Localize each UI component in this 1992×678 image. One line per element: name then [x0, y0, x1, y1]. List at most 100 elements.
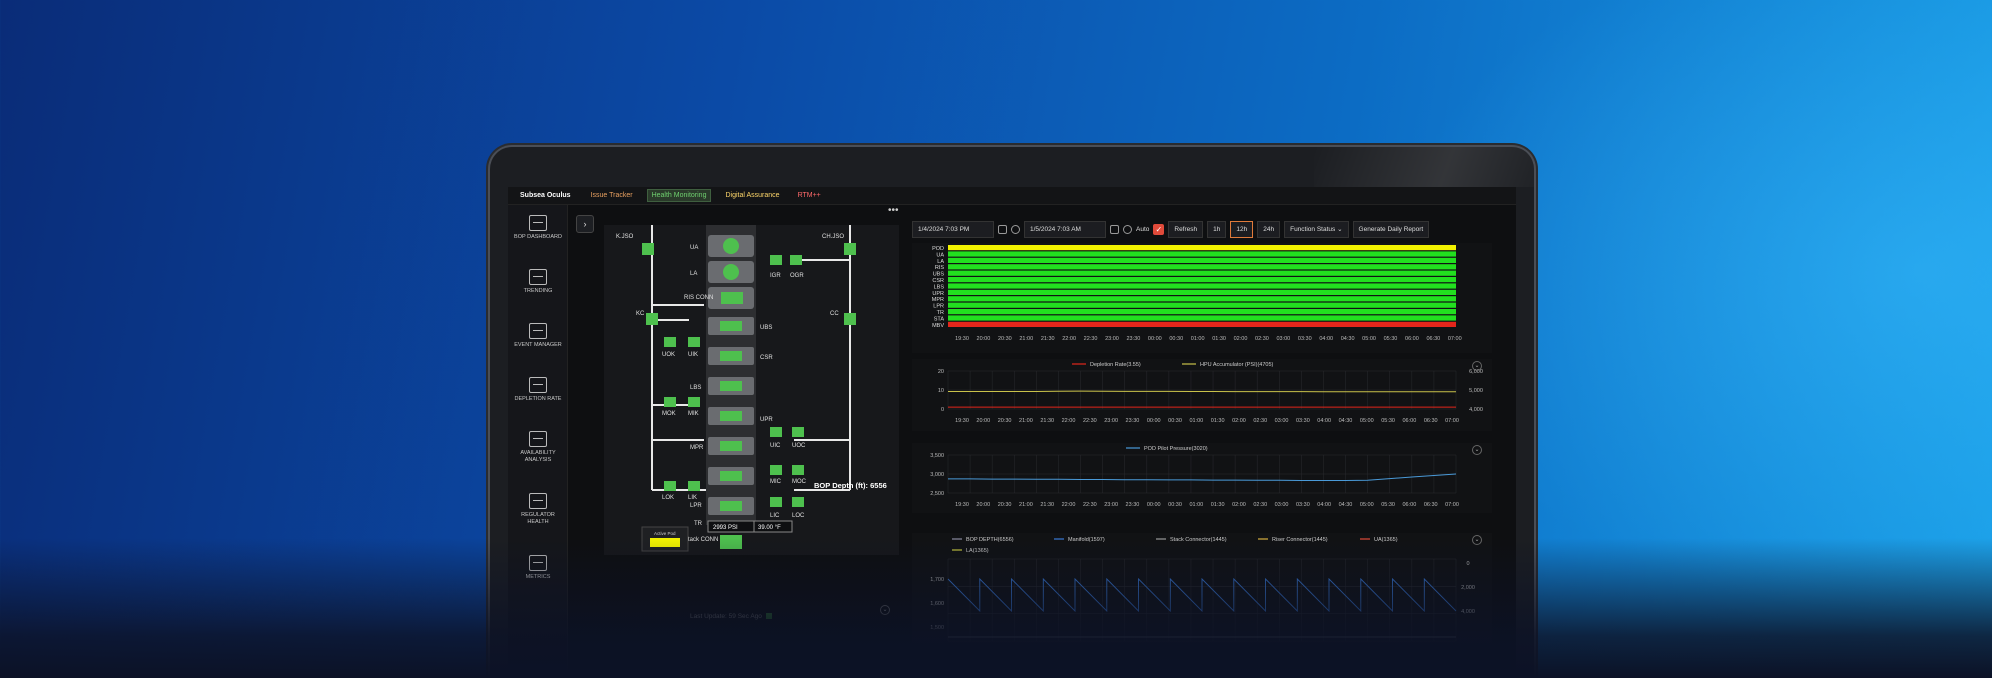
x-tick-label: 00:30 [1168, 502, 1182, 508]
more-options-icon[interactable]: ••• [888, 205, 899, 216]
auto-checkbox[interactable]: ✓ [1153, 223, 1165, 235]
x-tick-label: 21:00 [1019, 336, 1033, 342]
label-lpr: LPR [690, 503, 702, 509]
legend-item: BOP DEPTH(6556) [966, 537, 1014, 543]
sidebar-item-regulator-health[interactable]: REGULATOR HEALTH [508, 493, 568, 526]
bop-stack-svg: K.JSO CH.JSO UA LA RIS CONN IGR OGR KC C… [616, 225, 856, 552]
legend-item: Riser Connector(1445) [1272, 537, 1328, 543]
tab-digital-assurance[interactable]: Digital Assurance [721, 190, 783, 201]
x-tick-label: 21:30 [1040, 418, 1054, 424]
x-tick-label: 23:30 [1126, 418, 1140, 424]
tab-issue-tracker[interactable]: Issue Tracker [587, 190, 637, 201]
sidebar-item-metrics[interactable]: METRICS [508, 555, 568, 581]
y-tick-label: 2,000 [1461, 585, 1475, 591]
x-tick-label: 23:00 [1104, 418, 1118, 424]
end-date-field[interactable]: 1/5/2024 7:03 AM [1024, 220, 1106, 238]
sidebar-item-event-manager[interactable]: EVENT MANAGER [508, 323, 568, 349]
y-tick-label: 20 [938, 369, 944, 375]
tab-health-monitoring[interactable]: Health Monitoring [646, 189, 712, 202]
generate-report-button[interactable]: Generate Daily Report [1352, 220, 1430, 238]
last-update-text: Last Update: 59 Sec Ago [690, 613, 762, 620]
pod-pilot-pressure-chart: POD Pilot Pressure(3020) 2,500 3,000 3,500 1… [912, 443, 1492, 513]
clock-icon[interactable] [1011, 224, 1020, 234]
sidebar-item-label: EVENT MANAGER [514, 342, 562, 348]
depletion-hpu-svg: Depletion Rate(3.55) HPU Accumulator (PSI… [938, 362, 1483, 424]
y-tick-label: 1,700 [930, 577, 944, 583]
start-date-field[interactable]: 1/4/2024 7:03 PM [912, 220, 994, 238]
range-1h-button[interactable]: 1h [1207, 220, 1227, 238]
sidebar-item-label: BOP DASHBOARD [514, 234, 562, 240]
x-tick-label: 02:00 [1232, 502, 1246, 508]
x-tick-label: 04:30 [1341, 336, 1355, 342]
chevron-down-icon[interactable]: ⌄ [1472, 445, 1482, 455]
row-label: CSR [932, 278, 944, 284]
label-ua: UA [690, 245, 698, 251]
app-title: Subsea Oculus [520, 192, 571, 199]
label-ris-conn: RIS CONN [684, 295, 713, 301]
x-tick-label: 20:00 [977, 336, 991, 342]
x-tick-label: 05:00 [1362, 336, 1376, 342]
status-row-mbv [948, 321, 1456, 327]
x-tick-label: 22:30 [1083, 502, 1097, 508]
row-label: RIS [935, 265, 945, 271]
x-tick-label: 05:00 [1360, 418, 1374, 424]
x-tick-label: 07:00 [1448, 336, 1462, 342]
x-tick-label: 19:30 [955, 502, 969, 508]
trending-icon [529, 269, 547, 285]
x-tick-label: 00:00 [1148, 336, 1162, 342]
chevron-down-icon[interactable]: ⌄ [1472, 535, 1482, 545]
clock-icon[interactable] [1123, 224, 1132, 234]
chevron-down-icon[interactable]: ⌄ [880, 605, 890, 615]
function-status-select[interactable]: Function Status ⌄ [1284, 220, 1349, 238]
refresh-button[interactable]: Refresh [1168, 220, 1204, 238]
label-csr: CSR [760, 355, 773, 361]
label-mic: MIC [770, 479, 782, 485]
availability-analysis-icon [529, 431, 547, 447]
sidebar-item-depletion-rate[interactable]: DEPLETION RATE [508, 377, 568, 403]
sidebar-expand-button[interactable]: › [576, 215, 594, 233]
status-row-lpr [948, 302, 1456, 308]
legend-depletion: Depletion Rate(3.55) [1090, 362, 1141, 368]
status-row-lbs [948, 283, 1456, 289]
x-tick-label: 05:30 [1384, 336, 1398, 342]
chevron-down-icon[interactable]: ⌄ [1472, 361, 1482, 371]
sidebar-item-label: TRENDING [523, 288, 553, 294]
status-row-ubs [948, 270, 1456, 276]
tab-rtm[interactable]: RTM++ [794, 190, 825, 201]
sidebar-item-availability-analysis[interactable]: AVAILABILITY ANALYSIS [508, 431, 568, 464]
status-row-sta [948, 315, 1456, 321]
function-status-svg: PODUALARISUBSCSRLBSUPRMPRLPRTRSTAMBV 19:3… [932, 245, 1462, 342]
x-tick-label: 03:00 [1275, 502, 1289, 508]
row-label: UBS [933, 272, 945, 278]
legend-item: UA(1365) [1374, 537, 1398, 543]
x-tick-label: 05:30 [1381, 418, 1395, 424]
x-tick-label: 23:30 [1127, 336, 1141, 342]
y-tick-label: 3,500 [930, 453, 944, 459]
function-status-value: Function Status [1290, 225, 1336, 233]
legend-item: Stack Connector(1445) [1170, 537, 1227, 543]
row-label: LA [937, 259, 944, 265]
x-tick-label: 02:00 [1234, 336, 1248, 342]
calendar-icon[interactable] [998, 224, 1007, 234]
x-tick-label: 02:30 [1253, 418, 1267, 424]
label-ubs: UBS [760, 325, 772, 331]
label-kc: KC [636, 311, 645, 317]
label-uik: UIK [688, 352, 698, 358]
sidebar-item-trending[interactable]: TRENDING [508, 269, 568, 295]
x-tick-label: 01:30 [1211, 418, 1225, 424]
label-cc: CC [830, 311, 839, 317]
range-24h-button[interactable]: 24h [1257, 220, 1281, 238]
x-tick-label: 07:00 [1445, 418, 1459, 424]
y-tick-label: 0 [941, 407, 944, 413]
x-tick-label: 01:30 [1211, 502, 1225, 508]
calendar-icon[interactable] [1110, 224, 1119, 234]
status-row-ris [948, 264, 1456, 270]
y-tick-label: 0 [1466, 561, 1469, 567]
status-row-csr [948, 277, 1456, 283]
x-tick-label: 06:30 [1424, 502, 1438, 508]
active-pod-label: Active Pod [654, 531, 676, 536]
x-tick-label: 22:30 [1084, 336, 1098, 342]
x-tick-label: 21:30 [1041, 336, 1055, 342]
range-12h-button[interactable]: 12h [1230, 220, 1254, 238]
sidebar-item-bop-dashboard[interactable]: BOP DASHBOARD [508, 215, 568, 241]
